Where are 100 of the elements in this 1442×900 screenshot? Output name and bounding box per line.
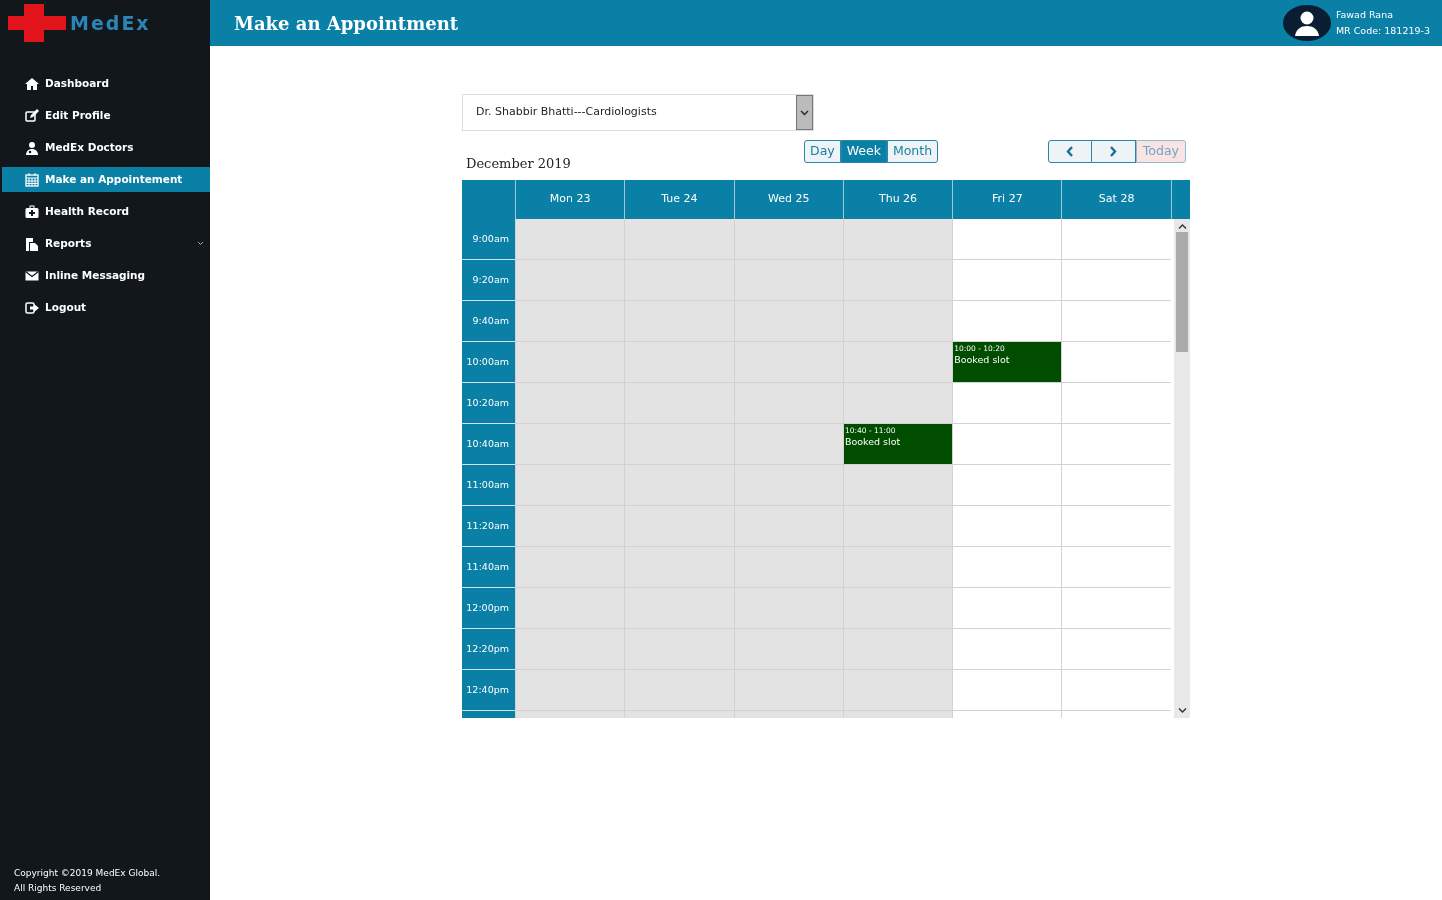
time-label: 10:00am bbox=[462, 342, 515, 383]
view-tab[interactable]: Week bbox=[840, 140, 887, 163]
calendar-cell[interactable] bbox=[515, 383, 625, 424]
doctor-select[interactable]: Dr. Shabbir Bhatti---Cardiologists bbox=[462, 94, 814, 131]
chevron-right-icon bbox=[1109, 146, 1118, 157]
calendar-cell[interactable] bbox=[952, 547, 1062, 588]
calendar-cell[interactable] bbox=[1061, 506, 1171, 547]
calendar-cell[interactable] bbox=[1061, 629, 1171, 670]
calendar-cell[interactable] bbox=[842, 465, 953, 506]
sidebar-item[interactable]: MedEx Doctors bbox=[2, 135, 210, 160]
previous-button[interactable] bbox=[1047, 140, 1092, 163]
time-label: 11:40am bbox=[462, 547, 515, 588]
day-header: Sat 28 bbox=[1061, 180, 1171, 219]
calendar-cell[interactable] bbox=[842, 506, 953, 547]
view-tab[interactable]: Month bbox=[886, 140, 939, 163]
time-label: 11:00am bbox=[462, 465, 515, 506]
sidebar-item[interactable]: Reports bbox=[2, 231, 210, 256]
calendar-cell[interactable] bbox=[842, 670, 953, 711]
calendar-cell[interactable] bbox=[733, 219, 843, 260]
calendar-cell[interactable] bbox=[624, 219, 734, 260]
user-name: Fawad Rana bbox=[1335, 8, 1394, 22]
calendar-cell[interactable] bbox=[515, 629, 625, 670]
time-label: 11:20am bbox=[462, 506, 515, 547]
calendar-cell[interactable] bbox=[515, 506, 625, 547]
calendar-cell[interactable] bbox=[842, 588, 953, 629]
doctor-icon bbox=[25, 140, 39, 155]
page-title: Make an Appointment bbox=[234, 11, 459, 36]
sidebar-item[interactable]: Health Record bbox=[2, 199, 210, 224]
chevron-down-icon bbox=[800, 109, 809, 116]
time-label: 12:40pm bbox=[462, 670, 515, 711]
sidebar-item[interactable]: Make an Appointement bbox=[2, 167, 210, 192]
calendar-cell[interactable] bbox=[515, 342, 625, 383]
calendar-cell[interactable] bbox=[1061, 588, 1171, 629]
calendar-cell[interactable] bbox=[952, 424, 1062, 465]
calendar-cell[interactable] bbox=[842, 547, 953, 588]
calendar-cell[interactable] bbox=[952, 383, 1062, 424]
calendar-cell[interactable] bbox=[1061, 670, 1171, 711]
calendar-cell[interactable] bbox=[515, 547, 625, 588]
calendar-cell[interactable] bbox=[515, 219, 625, 260]
logo-text: MedEx bbox=[70, 10, 151, 36]
user-avatar-icon bbox=[1282, 5, 1331, 41]
medical-kit-icon bbox=[25, 204, 39, 219]
calendar-cell[interactable] bbox=[1061, 547, 1171, 588]
scroll-down-icon bbox=[1177, 707, 1187, 714]
calendar-cell[interactable] bbox=[952, 588, 1062, 629]
scrollbar[interactable] bbox=[1174, 219, 1190, 718]
calendar-cell[interactable] bbox=[842, 383, 953, 424]
calendar-cell[interactable] bbox=[515, 670, 625, 711]
time-label: 10:20am bbox=[462, 383, 515, 424]
sidebar-item[interactable]: Dashboard bbox=[2, 71, 210, 96]
calendar-cell[interactable] bbox=[952, 219, 1062, 260]
time-label: 12:20pm bbox=[462, 629, 515, 670]
event-title: Booked slot bbox=[954, 354, 1010, 365]
next-button[interactable] bbox=[1091, 140, 1136, 163]
copyright-text: Copyright ©2019 MedEx Global. bbox=[14, 867, 162, 880]
view-tab[interactable]: Day bbox=[804, 140, 841, 163]
edit-icon bbox=[25, 108, 39, 123]
time-label: 9:00am bbox=[462, 219, 515, 260]
file-icon bbox=[25, 236, 39, 251]
calendar-cell[interactable] bbox=[515, 260, 625, 301]
calendar-cell[interactable] bbox=[1061, 260, 1171, 301]
scrollbar-thumb[interactable] bbox=[1176, 232, 1188, 352]
sidebar-item[interactable]: Edit Profile bbox=[2, 103, 210, 128]
calendar-cell[interactable] bbox=[842, 301, 953, 342]
chevron-left-icon bbox=[1065, 146, 1074, 157]
cross-icon bbox=[8, 4, 66, 42]
calendar-cell[interactable] bbox=[515, 301, 625, 342]
calendar-cell[interactable] bbox=[952, 670, 1062, 711]
calendar-cell[interactable] bbox=[515, 465, 625, 506]
calendar-cell[interactable] bbox=[1061, 383, 1171, 424]
day-header: Fri 27 bbox=[952, 180, 1062, 219]
month-title: December 2019 bbox=[465, 154, 572, 173]
time-label: 12:00pm bbox=[462, 588, 515, 629]
calendar-cell[interactable] bbox=[1061, 342, 1171, 383]
calendar-cell[interactable] bbox=[515, 588, 625, 629]
copyright-text: All Rights Reserved bbox=[14, 882, 103, 895]
time-label: 9:20am bbox=[462, 260, 515, 301]
calendar-cell[interactable] bbox=[842, 629, 953, 670]
calendar-cell[interactable] bbox=[842, 260, 953, 301]
event-title: Booked slot bbox=[844, 436, 901, 447]
calendar-cell[interactable] bbox=[952, 465, 1062, 506]
calendar-cell[interactable] bbox=[842, 342, 953, 383]
envelope-icon bbox=[25, 268, 39, 283]
calendar-cell[interactable] bbox=[733, 424, 843, 465]
calendar-cell[interactable] bbox=[1061, 219, 1171, 260]
calendar-cell[interactable] bbox=[952, 629, 1062, 670]
calendar-cell[interactable] bbox=[733, 465, 843, 506]
sidebar-item[interactable]: Inline Messaging bbox=[2, 263, 210, 288]
calendar-cell[interactable] bbox=[733, 383, 843, 424]
calendar-cell[interactable] bbox=[1061, 424, 1171, 465]
time-label: 10:40am bbox=[462, 424, 515, 465]
calendar-cell[interactable] bbox=[952, 260, 1062, 301]
mr-code: MR Code: 181219-3 bbox=[1335, 24, 1430, 38]
calendar-cell[interactable] bbox=[515, 424, 625, 465]
home-icon bbox=[25, 76, 39, 91]
calendar-cell[interactable] bbox=[842, 219, 953, 260]
calendar-cell[interactable] bbox=[1061, 465, 1171, 506]
calendar-cell[interactable] bbox=[1061, 301, 1171, 342]
calendar-cell[interactable] bbox=[952, 506, 1062, 547]
sidebar-item[interactable]: Logout bbox=[2, 295, 210, 320]
